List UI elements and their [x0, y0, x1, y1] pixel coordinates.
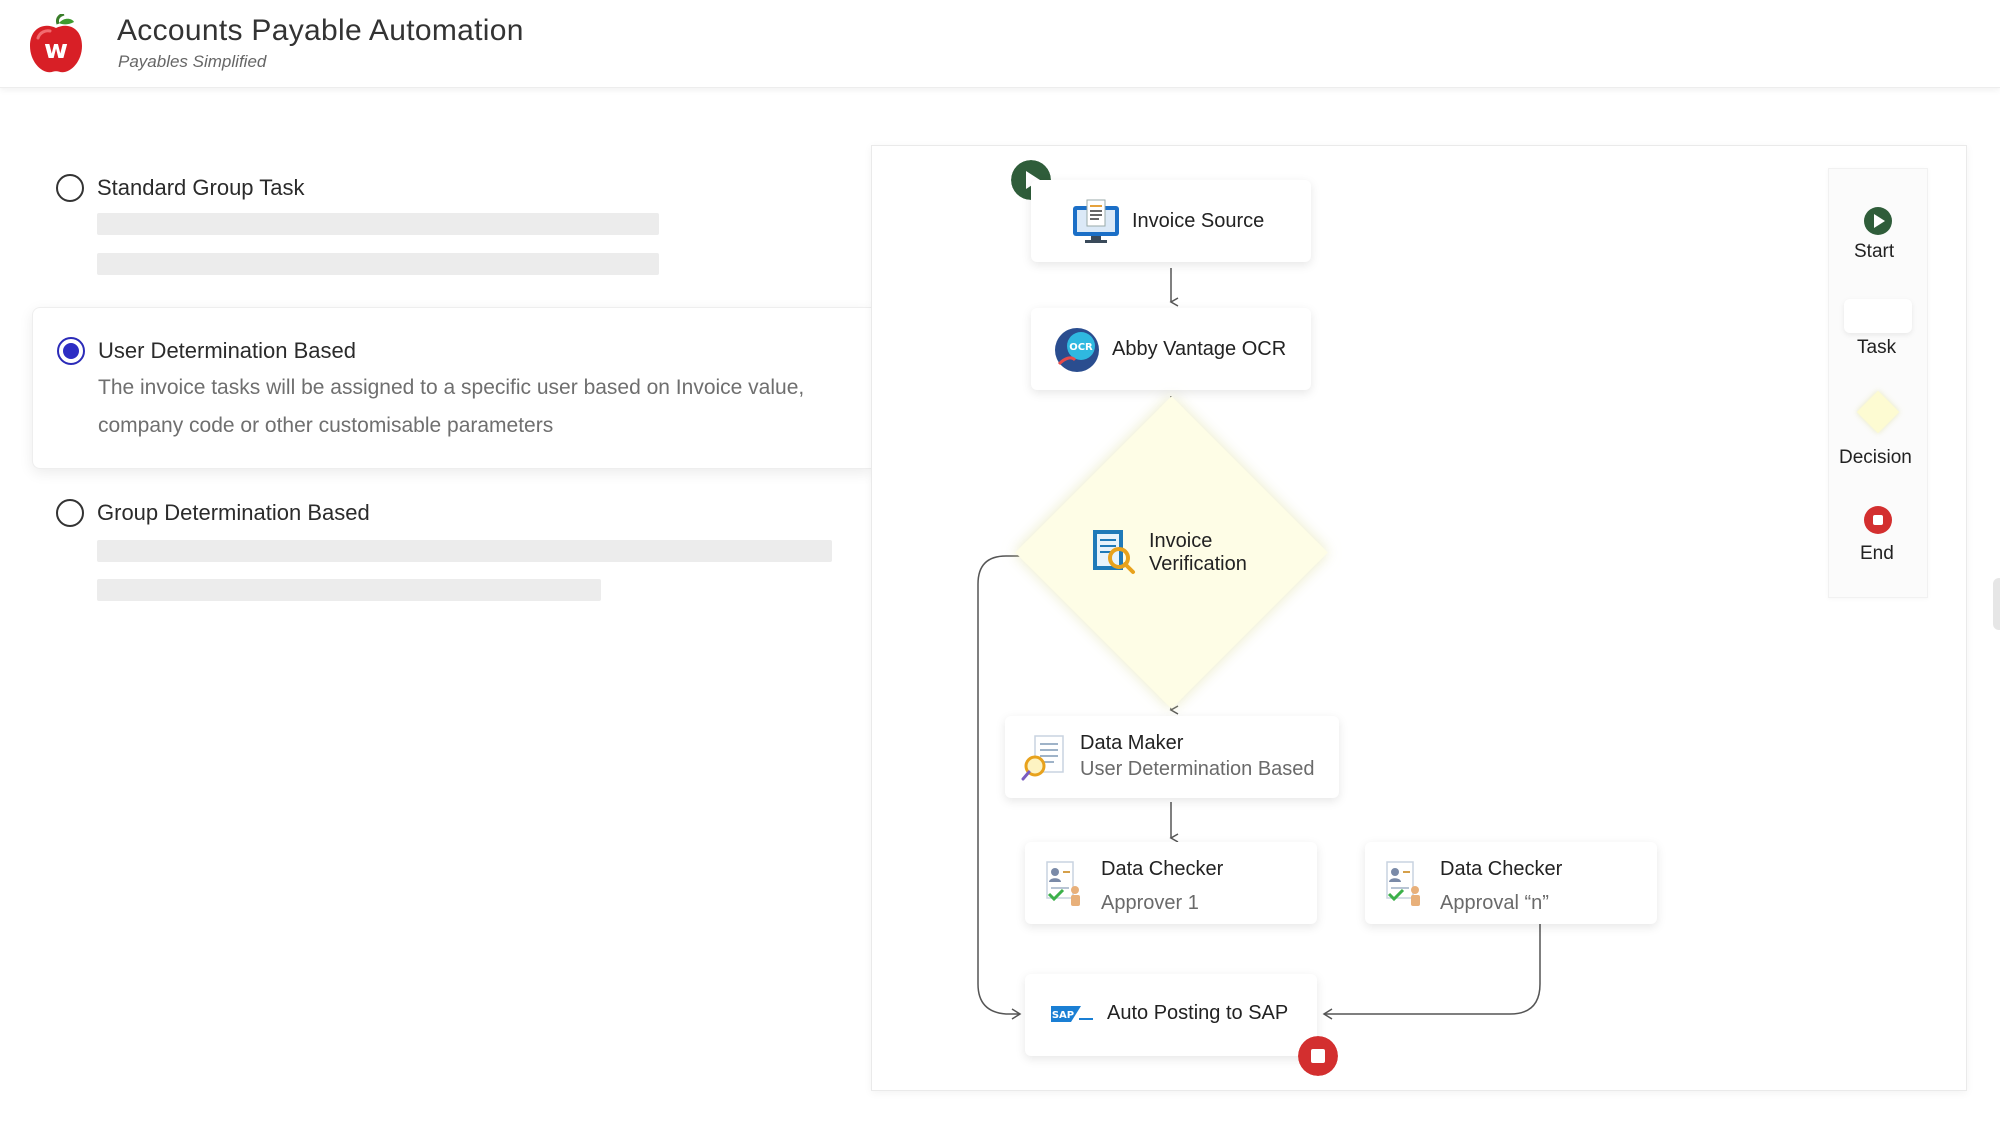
app-subtitle: Payables Simplified: [118, 52, 267, 71]
sap-erp-logo-icon: SAP: [1051, 1006, 1093, 1022]
document-approval-icon: [1386, 861, 1420, 906]
app-title: Accounts Payable Automation: [117, 14, 524, 47]
node-auto-posting-sap[interactable]: SAP Auto Posting to SAP: [1025, 974, 1317, 1056]
option-label: Group Determination Based: [97, 500, 370, 525]
option-standard-group-task[interactable]: Standard Group Task: [32, 160, 872, 290]
ocr-scan-icon: OCR: [1055, 328, 1099, 372]
radio-group-determination[interactable]: [56, 499, 84, 527]
workflow-diagram-panel: [871, 145, 1967, 1091]
legend-decision-label: Decision: [1839, 447, 1912, 468]
node-title: Invoice Source: [1132, 210, 1265, 232]
node-title: Data Maker: [1080, 732, 1184, 754]
node-data-maker[interactable]: Data Maker User Determination Based: [1005, 716, 1339, 798]
radio-user-determination[interactable]: [57, 337, 85, 365]
apple-logo-icon: w: [30, 14, 82, 73]
skeleton-line: [97, 253, 659, 275]
node-title: Data Checker: [1440, 858, 1563, 880]
document-approval-icon: [1046, 861, 1080, 906]
node-subtitle: Approval “n”: [1440, 892, 1549, 914]
option-label: User Determination Based: [98, 338, 357, 363]
scroll-handle[interactable]: [1993, 578, 2000, 630]
app-header: w Accounts Payable Automation Payables S…: [0, 0, 2000, 88]
node-subtitle: User Determination Based: [1080, 758, 1315, 780]
node-data-checker-approval-n[interactable]: Data Checker Approval “n”: [1365, 842, 1657, 924]
legend-start-label: Start: [1854, 241, 1895, 262]
option-description-line1: The invoice tasks will be assigned to a …: [98, 376, 805, 399]
skeleton-line: [97, 579, 601, 601]
logo-letter: w: [44, 35, 68, 65]
document-magnifier-icon: [1021, 735, 1064, 781]
decision-label-line2: Verification: [1149, 553, 1247, 575]
node-title: Data Checker: [1101, 858, 1224, 880]
radio-standard-group-task[interactable]: [56, 174, 84, 202]
ocr-badge-text: OCR: [1069, 342, 1093, 353]
document-search-icon: [1093, 530, 1135, 574]
legend-task-label: Task: [1857, 337, 1897, 358]
legend-start-icon: [1864, 207, 1892, 235]
legend-end-icon: [1864, 506, 1892, 534]
sap-badge-text: SAP: [1052, 1010, 1074, 1021]
legend-decision-swatch: [1856, 390, 1900, 434]
option-user-determination[interactable]: User Determination Based The invoice tas…: [32, 307, 872, 469]
diagram-legend: Start Task Decision End: [1828, 168, 1928, 598]
monitor-document-icon: [1073, 199, 1119, 243]
option-label: Standard Group Task: [97, 175, 305, 200]
node-title: Abby Vantage OCR: [1112, 338, 1287, 360]
node-subtitle: Approver 1: [1101, 892, 1199, 914]
node-data-checker-approver-1[interactable]: Data Checker Approver 1: [1025, 842, 1317, 924]
decision-label-line1: Invoice: [1149, 530, 1213, 552]
legend-end-label: End: [1860, 543, 1894, 564]
end-stop-icon[interactable]: [1298, 1036, 1338, 1076]
node-abby-vantage-ocr[interactable]: OCR Abby Vantage OCR: [1031, 308, 1311, 390]
skeleton-line: [97, 213, 659, 235]
node-title: Auto Posting to SAP: [1107, 1002, 1289, 1024]
skeleton-line: [97, 540, 832, 562]
legend-task-swatch: [1844, 299, 1912, 333]
option-group-determination[interactable]: Group Determination Based: [32, 486, 872, 616]
node-invoice-source[interactable]: Invoice Source: [1031, 180, 1311, 262]
option-description-line2: company code or other customisable param…: [98, 414, 554, 437]
